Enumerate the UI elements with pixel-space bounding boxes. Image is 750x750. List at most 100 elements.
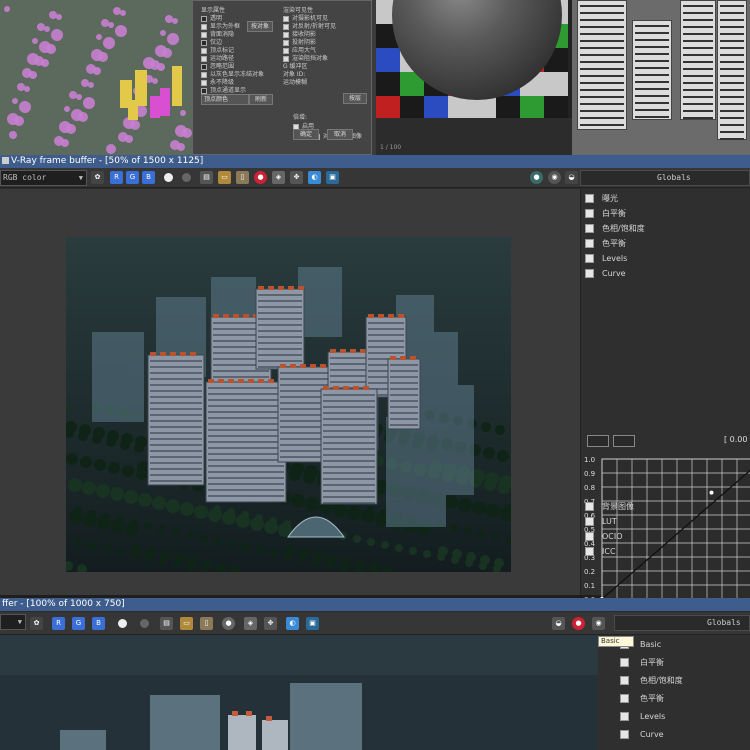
globals-item-checkbox[interactable]	[585, 239, 594, 248]
globals-panel-header[interactable]: Globals	[580, 170, 750, 186]
stop-icon[interactable]: ●	[254, 171, 267, 184]
globals-item-checkbox[interactable]	[585, 224, 594, 233]
black-circle-icon[interactable]	[140, 619, 149, 628]
globals-item-checkbox[interactable]	[620, 676, 629, 685]
globals-item[interactable]: OCIO	[581, 529, 750, 544]
globals-item-checkbox[interactable]	[585, 209, 594, 218]
teapot-icon[interactable]: ◐	[286, 617, 299, 630]
globals-item-checkbox[interactable]	[585, 254, 594, 263]
green-channel-button[interactable]: G	[72, 617, 85, 630]
render-canvas[interactable]	[0, 189, 580, 595]
clipboard-icon[interactable]: ▯	[236, 171, 249, 184]
globals-item-checkbox[interactable]	[585, 194, 594, 203]
lens-icon[interactable]: ◉	[548, 171, 561, 184]
globals-item-checkbox[interactable]	[585, 269, 594, 278]
lens-icon[interactable]: ◉	[592, 617, 605, 630]
color-picker-icon[interactable]: ✿	[91, 171, 104, 184]
ok-button[interactable]: 确定	[293, 129, 319, 140]
globals-side-panel: 曝光白平衡色相/饱和度色平衡 Levels Curve [ 0.00 ; 0 1.0…	[580, 189, 750, 613]
render-icon[interactable]: ◈	[244, 617, 257, 630]
blue-channel-button[interactable]: B	[142, 171, 155, 184]
folder-icon[interactable]: ▭	[218, 171, 231, 184]
tree-canopy	[458, 498, 472, 512]
green-channel-button[interactable]: G	[126, 171, 139, 184]
tree-canopy	[186, 531, 194, 539]
tree-canopy	[492, 533, 500, 541]
teapot-small-icon[interactable]: ◒	[565, 171, 578, 184]
display-icon[interactable]: ▣	[306, 617, 319, 630]
object-properties-dialog: 显示属性 透明 显示为外框 背面消隐 仅边 顶点标记 运动路径 忽略范围 以灰色显示冻结对象 永不…	[192, 0, 372, 155]
blue-channel-button[interactable]: B	[92, 617, 105, 630]
globals-item-checkbox[interactable]	[620, 712, 629, 721]
by-object-button[interactable]: 按对象	[247, 21, 273, 32]
globals-item[interactable]: 曝光	[581, 191, 750, 206]
dialog-left-row[interactable]: 顶点通道显示	[201, 85, 246, 94]
color-picker-icon[interactable]: ✿	[30, 617, 43, 630]
globals-item[interactable]: 色相/饱和度	[598, 673, 750, 688]
curve-control-point[interactable]	[709, 490, 714, 495]
sphere-icon[interactable]: ●	[530, 171, 543, 184]
folder-icon[interactable]: ▭	[180, 617, 193, 630]
render-canvas-2[interactable]	[0, 635, 598, 750]
globals-item[interactable]: Levels	[598, 709, 750, 724]
globals-item-label: 色相/饱和度	[602, 224, 645, 233]
globals-item[interactable]: Curve	[581, 266, 750, 281]
region-icon[interactable]: ✥	[290, 171, 303, 184]
teapot-icon[interactable]: ◐	[308, 171, 321, 184]
globals-item[interactable]: Levels	[581, 251, 750, 266]
window-row	[720, 117, 744, 119]
region-icon[interactable]: ✥	[264, 617, 277, 630]
save-icon[interactable]: ▤	[160, 617, 173, 630]
globals-item-checkbox[interactable]	[620, 658, 629, 667]
stop-icon[interactable]: ●	[222, 617, 235, 630]
globals-item[interactable]: 色平衡	[598, 691, 750, 706]
globals-panel-header-2[interactable]: Globals	[614, 615, 750, 631]
dialog-checkbox[interactable]	[201, 87, 207, 94]
red-roof	[410, 356, 416, 360]
channel-select[interactable]: RGB color ▼	[0, 170, 87, 186]
globals-item-checkbox[interactable]	[620, 694, 629, 703]
vertex-channel-dropdown[interactable]: 顶点颜色	[201, 94, 249, 105]
red-roof	[360, 349, 366, 353]
globals-item-checkbox[interactable]	[620, 730, 629, 739]
curve-preset-box-1[interactable]	[587, 435, 609, 447]
display-icon[interactable]: ▣	[326, 171, 339, 184]
globals-item[interactable]: ICC	[581, 544, 750, 559]
globals-item[interactable]: LUT	[581, 514, 750, 529]
checker-tile	[376, 96, 400, 118]
globals-item-checkbox[interactable]	[585, 517, 594, 526]
save-icon[interactable]: ▤	[200, 171, 213, 184]
globals-item[interactable]: 色相/饱和度	[581, 221, 750, 236]
stop-render-icon[interactable]: ●	[572, 617, 585, 630]
globals-item[interactable]: Curve	[598, 727, 750, 742]
globals-item-checkbox[interactable]	[585, 532, 594, 541]
curve-preset-box-2[interactable]	[613, 435, 635, 447]
tree-canopy	[144, 522, 152, 530]
tree-canopy	[66, 453, 78, 465]
black-circle-icon[interactable]	[182, 173, 191, 182]
tree-marker	[96, 34, 102, 40]
dialog-right-row[interactable]: 运动模糊	[283, 77, 307, 86]
red-channel-button[interactable]: R	[52, 617, 65, 630]
channel-select-2[interactable]: ▼	[0, 614, 26, 630]
globals-item[interactable]: 白平衡	[598, 655, 750, 670]
window-row	[635, 102, 669, 104]
white-circle-icon[interactable]	[118, 619, 127, 628]
globals-item-checkbox[interactable]	[585, 547, 594, 556]
window-row	[720, 19, 744, 21]
red-channel-button[interactable]: R	[110, 171, 123, 184]
globals-item-checkbox[interactable]	[585, 502, 594, 511]
window-row	[635, 25, 669, 27]
viewport-scene-left[interactable]	[0, 0, 192, 155]
white-circle-icon[interactable]	[164, 173, 173, 182]
clipboard-icon[interactable]: ▯	[200, 617, 213, 630]
by-layer-button[interactable]: 按层	[343, 93, 367, 104]
viewport-scene-right[interactable]	[572, 0, 750, 155]
globals-item[interactable]: 白平衡	[581, 206, 750, 221]
teapot-small-icon[interactable]: ◒	[552, 617, 565, 630]
refresh-button[interactable]: 刷新	[249, 94, 273, 105]
globals-item[interactable]: 背景图像	[581, 499, 750, 514]
globals-item[interactable]: 色平衡	[581, 236, 750, 251]
render-icon[interactable]: ◈	[272, 171, 285, 184]
cancel-button[interactable]: 取消	[327, 129, 353, 140]
